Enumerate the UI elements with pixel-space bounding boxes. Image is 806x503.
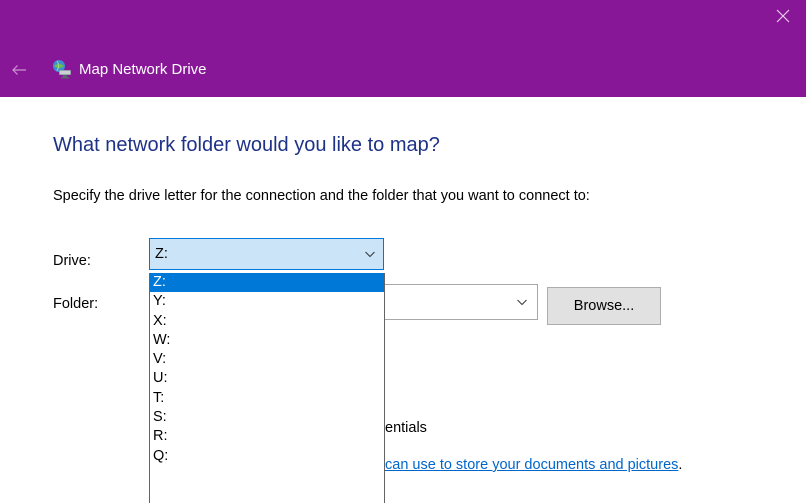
back-button[interactable] <box>4 58 34 82</box>
drive-option[interactable]: U: <box>150 369 384 388</box>
drive-select[interactable]: Z: <box>149 238 384 270</box>
drive-select-value: Z: <box>155 246 168 262</box>
drive-option[interactable]: Y: <box>150 292 384 311</box>
drive-option[interactable]: T: <box>150 389 384 408</box>
credentials-checkbox-label: entials <box>385 420 427 436</box>
close-icon <box>776 9 790 23</box>
drive-option[interactable]: Q: <box>150 447 384 466</box>
title-bar: Map Network Drive <box>0 0 806 97</box>
storage-link[interactable]: can use to store your documents and pict… <box>385 457 678 473</box>
drive-dropdown-list: Z: Y: X: W: V: U: T: S: R: Q: <box>149 273 385 503</box>
folder-label: Folder: <box>53 296 99 312</box>
drive-option[interactable]: S: <box>150 408 384 427</box>
storage-link-period: . <box>678 457 683 473</box>
network-drive-icon <box>53 60 71 79</box>
browse-button[interactable]: Browse... <box>547 287 661 325</box>
back-arrow-icon <box>12 65 26 75</box>
drive-option[interactable]: V: <box>150 350 384 369</box>
window-title: Map Network Drive <box>79 61 207 78</box>
page-heading: What network folder would you like to ma… <box>53 134 440 156</box>
drive-option[interactable]: R: <box>150 427 384 446</box>
chevron-down-icon <box>365 251 375 258</box>
drive-label: Drive: <box>53 253 91 269</box>
drive-option[interactable]: Z: <box>150 273 384 293</box>
close-button[interactable] <box>760 0 806 32</box>
instructions-text: Specify the drive letter for the connect… <box>53 188 590 204</box>
drive-option[interactable]: W: <box>150 331 384 350</box>
drive-option[interactable]: X: <box>150 312 384 331</box>
map-network-drive-window: Map Network Drive What network folder wo… <box>0 0 806 503</box>
storage-link-row: can use to store your documents and pict… <box>385 455 682 475</box>
chevron-down-icon[interactable] <box>516 297 528 307</box>
